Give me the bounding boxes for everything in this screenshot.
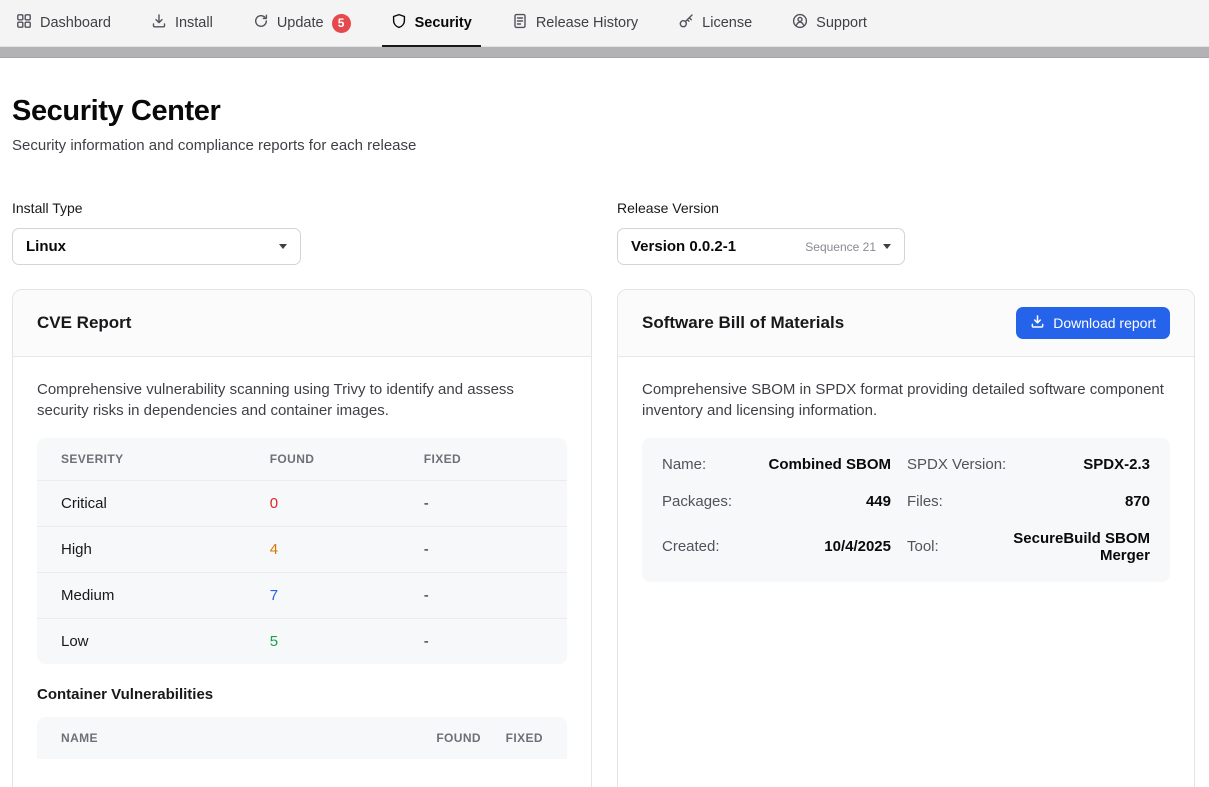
severity-label: Low <box>61 633 270 650</box>
main-content: Security Center Security information and… <box>0 95 1209 787</box>
col-name: NAME <box>61 731 393 745</box>
fixed-count: - <box>424 587 543 604</box>
horizontal-scrollbar[interactable] <box>0 47 1209 58</box>
shield-icon <box>391 13 407 33</box>
severity-label: Medium <box>61 587 270 604</box>
col-severity: SEVERITY <box>61 452 270 466</box>
install-type-select[interactable]: Linux <box>12 228 301 265</box>
download-report-label: Download report <box>1053 315 1156 331</box>
document-icon <box>512 13 528 33</box>
detail-label: Created: <box>662 538 750 555</box>
detail-label: Name: <box>662 456 750 473</box>
detail-label: Tool: <box>891 538 1009 555</box>
nav-item-update[interactable]: Update 5 <box>253 0 351 46</box>
found-count: 5 <box>270 633 424 650</box>
detail-value: 10/4/2025 <box>750 538 891 555</box>
container-vulns-table-header: NAME FOUND FIXED <box>37 717 567 759</box>
install-type-label: Install Type <box>12 200 592 216</box>
detail-label: SPDX Version: <box>891 456 1009 473</box>
fixed-count: - <box>424 633 543 650</box>
nav-label: Dashboard <box>40 15 111 31</box>
sequence-hint: Sequence 21 <box>805 240 876 254</box>
severity-label: High <box>61 541 270 558</box>
table-row: Critical 0 - <box>37 480 567 526</box>
release-version-field: Release Version Version 0.0.2-1 Sequence… <box>617 200 1195 265</box>
chevron-down-icon <box>279 244 287 249</box>
severity-table-header: SEVERITY FOUND FIXED <box>37 438 567 480</box>
table-row: High 4 - <box>37 526 567 572</box>
nav-label: Install <box>175 15 213 31</box>
nav-item-security[interactable]: Security <box>391 0 472 46</box>
sbom-card-header: Software Bill of Materials Download repo… <box>618 290 1194 357</box>
nav-item-install[interactable]: Install <box>151 0 213 46</box>
filters-row: Install Type Linux Release Version Versi… <box>12 200 1197 265</box>
severity-label: Critical <box>61 495 270 512</box>
sbom-detail-row: Name: Combined SBOM SPDX Version: SPDX-2… <box>662 446 1150 483</box>
download-icon <box>1030 314 1045 332</box>
key-icon <box>678 13 694 33</box>
cve-report-card: CVE Report Comprehensive vulnerability s… <box>12 289 592 787</box>
nav-label: License <box>702 15 752 31</box>
install-type-value: Linux <box>26 238 66 255</box>
nav-label: Update <box>277 15 324 31</box>
col-fixed: FIXED <box>481 731 543 745</box>
sbom-detail-row: Created: 10/4/2025 Tool: SecureBuild SBO… <box>662 520 1150 574</box>
refresh-icon <box>253 13 269 33</box>
nav-item-dashboard[interactable]: Dashboard <box>16 0 111 46</box>
sbom-card-body: Comprehensive SBOM in SPDX format provid… <box>618 357 1194 606</box>
col-found: FOUND <box>393 731 481 745</box>
cve-card-title: CVE Report <box>37 313 131 333</box>
cve-card-header: CVE Report <box>13 290 591 357</box>
install-type-field: Install Type Linux <box>12 200 592 265</box>
release-version-label: Release Version <box>617 200 1195 216</box>
sbom-detail-row: Packages: 449 Files: 870 <box>662 483 1150 520</box>
nav-label: Security <box>415 15 472 31</box>
detail-value: 870 <box>1009 493 1150 510</box>
sbom-card-title: Software Bill of Materials <box>642 313 844 333</box>
sbom-details: Name: Combined SBOM SPDX Version: SPDX-2… <box>642 438 1170 582</box>
download-icon <box>151 13 167 33</box>
detail-value: 449 <box>750 493 891 510</box>
top-navigation: Dashboard Install Update 5 Security Rele… <box>0 0 1209 47</box>
nav-item-support[interactable]: Support <box>792 0 867 46</box>
col-found: FOUND <box>270 452 424 466</box>
nav-item-release-history[interactable]: Release History <box>512 0 638 46</box>
container-vulns-title: Container Vulnerabilities <box>37 686 567 703</box>
grid-icon <box>16 13 32 33</box>
table-row: Medium 7 - <box>37 572 567 618</box>
cve-card-body: Comprehensive vulnerability scanning usi… <box>13 357 591 783</box>
detail-value: Combined SBOM <box>750 456 891 473</box>
found-count: 7 <box>270 587 424 604</box>
fixed-count: - <box>424 495 543 512</box>
chevron-down-icon <box>883 244 891 249</box>
cve-description: Comprehensive vulnerability scanning usi… <box>37 379 567 422</box>
download-report-button[interactable]: Download report <box>1016 307 1170 339</box>
detail-label: Packages: <box>662 493 750 510</box>
release-version-select[interactable]: Version 0.0.2-1 Sequence 21 <box>617 228 905 265</box>
release-version-value: Version 0.0.2-1 <box>631 238 736 255</box>
report-cards: CVE Report Comprehensive vulnerability s… <box>12 289 1197 787</box>
sbom-description: Comprehensive SBOM in SPDX format provid… <box>642 379 1170 422</box>
severity-table: SEVERITY FOUND FIXED Critical 0 - High 4… <box>37 438 567 664</box>
detail-value: SecureBuild SBOM Merger <box>1009 530 1150 564</box>
found-count: 4 <box>270 541 424 558</box>
page-subtitle: Security information and compliance repo… <box>12 137 1197 154</box>
table-row: Low 5 - <box>37 618 567 664</box>
support-icon <box>792 13 808 33</box>
nav-label: Support <box>816 15 867 31</box>
nav-label: Release History <box>536 15 638 31</box>
nav-item-license[interactable]: License <box>678 0 752 46</box>
col-fixed: FIXED <box>424 452 543 466</box>
fixed-count: - <box>424 541 543 558</box>
page-title: Security Center <box>12 95 1197 128</box>
detail-label: Files: <box>891 493 1009 510</box>
found-count: 0 <box>270 495 424 512</box>
detail-value: SPDX-2.3 <box>1009 456 1150 473</box>
update-count-badge: 5 <box>332 14 351 33</box>
sbom-card: Software Bill of Materials Download repo… <box>617 289 1195 787</box>
